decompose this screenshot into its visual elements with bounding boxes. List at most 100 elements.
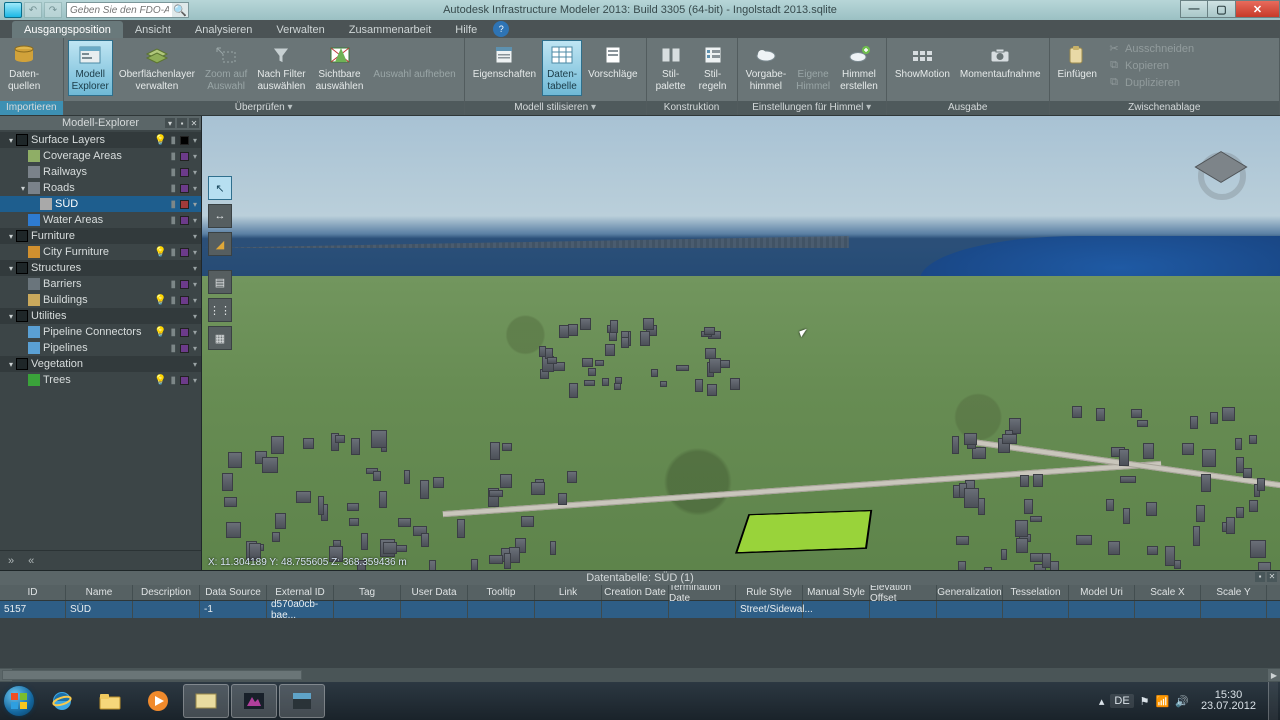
- datenquellen-button[interactable]: Daten- quellen: [4, 40, 44, 96]
- view-cube[interactable]: [1192, 146, 1252, 206]
- explorer-close-icon[interactable]: ✕: [189, 118, 199, 128]
- taskbar-app3[interactable]: [279, 684, 325, 718]
- select-tool[interactable]: ↖: [208, 176, 232, 200]
- explorer-menu-icon[interactable]: ▾: [165, 118, 175, 128]
- duplizieren-item[interactable]: ⧉Duplizieren: [1109, 76, 1194, 89]
- datatable-columns[interactable]: IDNameDescriptionData SourceExternal IDT…: [0, 585, 1280, 601]
- show-desktop-button[interactable]: [1268, 682, 1278, 720]
- col-model-uri[interactable]: Model Uri: [1069, 585, 1135, 600]
- eigene-himmel-button[interactable]: Eigene Himmel: [792, 40, 834, 96]
- taskbar-media[interactable]: [135, 684, 181, 718]
- scroll-thumb[interactable]: [2, 670, 302, 680]
- col-link[interactable]: Link: [535, 585, 602, 600]
- tray-language[interactable]: DE: [1110, 694, 1133, 708]
- col-data-source[interactable]: Data Source: [200, 585, 267, 600]
- collapse-all-icon[interactable]: »: [8, 555, 14, 567]
- showmotion-button[interactable]: ShowMotion: [891, 40, 954, 84]
- col-tesselation[interactable]: Tesselation: [1003, 585, 1069, 600]
- col-tag[interactable]: Tag: [334, 585, 401, 600]
- tree-roads[interactable]: ▾Roads▮▾: [0, 180, 201, 196]
- datatable-hscroll[interactable]: ◀ ▶: [0, 668, 1280, 682]
- col-manual-style[interactable]: Manual Style: [803, 585, 870, 600]
- auswahl-aufheben-button[interactable]: Auswahl aufheben: [369, 40, 459, 84]
- col-generalization[interactable]: Generalization: [937, 585, 1003, 600]
- tree-furniture[interactable]: ▾Furniture▾: [0, 228, 201, 244]
- tray-network-icon[interactable]: 📶: [1156, 695, 1170, 708]
- taskbar-explorer[interactable]: [87, 684, 133, 718]
- datentabelle-button[interactable]: Daten- tabelle: [542, 40, 582, 96]
- eigenschaften-button[interactable]: Eigenschaften: [469, 40, 540, 84]
- oberflaechenlayer-button[interactable]: Oberflächenlayer verwalten: [115, 40, 199, 96]
- vorschlaege-button[interactable]: Vorschläge: [584, 40, 641, 84]
- taskbar-app1[interactable]: [183, 684, 229, 718]
- tab-ausgangsposition[interactable]: Ausgangsposition: [12, 21, 123, 38]
- tree-pipelines[interactable]: Pipelines▮▾: [0, 340, 201, 356]
- explorer-pin-icon[interactable]: ▪: [177, 118, 187, 128]
- tree-trees[interactable]: Trees💡▮▾: [0, 372, 201, 388]
- tray-clock[interactable]: 15:3023.07.2012: [1201, 690, 1256, 712]
- qat-undo[interactable]: ↶: [24, 2, 42, 18]
- taskbar-ie[interactable]: [39, 684, 85, 718]
- vorgabehimmel-button[interactable]: Vorgabe- himmel: [742, 40, 791, 96]
- explorer-tree[interactable]: ▾Surface Layers💡▮▾Coverage Areas▮▾Railwa…: [0, 130, 201, 550]
- col-scale-y[interactable]: Scale Y: [1201, 585, 1267, 600]
- col-termination-date[interactable]: Termination Date: [669, 585, 736, 600]
- tree-water-areas[interactable]: Water Areas▮▾: [0, 212, 201, 228]
- col-description[interactable]: Description: [133, 585, 200, 600]
- tree-coverage-areas[interactable]: Coverage Areas▮▾: [0, 148, 201, 164]
- datatable-close-icon[interactable]: ✕: [1267, 572, 1277, 582]
- tab-analysieren[interactable]: Analysieren: [183, 21, 264, 38]
- tree-pipeline-connectors[interactable]: Pipeline Connectors💡▮▾: [0, 324, 201, 340]
- measure-tool[interactable]: ↔: [208, 204, 232, 228]
- minimize-button[interactable]: —: [1180, 0, 1208, 18]
- tree-city-furniture[interactable]: City Furniture💡▮▾: [0, 244, 201, 260]
- tray-volume-icon[interactable]: 🔊: [1175, 695, 1189, 708]
- col-external-id[interactable]: External ID: [267, 585, 334, 600]
- panel-cap-stilisieren[interactable]: Modell stilisieren: [465, 101, 646, 115]
- taskbar-aim[interactable]: [231, 684, 277, 718]
- scroll-right-icon[interactable]: ▶: [1268, 669, 1280, 681]
- col-rule-style[interactable]: Rule Style: [736, 585, 803, 600]
- tree-surface-layers[interactable]: ▾Surface Layers💡▮▾: [0, 132, 201, 148]
- tree-utilities[interactable]: ▾Utilities▾: [0, 308, 201, 324]
- tree-railways[interactable]: Railways▮▾: [0, 164, 201, 180]
- expand-all-icon[interactable]: «: [28, 555, 34, 567]
- tree-structures[interactable]: ▾Structures▾: [0, 260, 201, 276]
- kopieren-item[interactable]: ⧉Kopieren: [1109, 59, 1194, 72]
- fdo-search-input[interactable]: [67, 3, 172, 17]
- sichtbare-button[interactable]: Sichtbare auswählen: [312, 40, 368, 96]
- nach-filter-button[interactable]: Nach Filter auswählen: [253, 40, 309, 96]
- col-id[interactable]: ID: [0, 585, 66, 600]
- col-user-data[interactable]: User Data: [401, 585, 468, 600]
- momentaufnahme-button[interactable]: Momentaufnahme: [956, 40, 1045, 84]
- start-button[interactable]: [0, 682, 38, 720]
- col-elevation-offset[interactable]: Elevation Offset: [870, 585, 937, 600]
- tab-verwalten[interactable]: Verwalten: [264, 21, 336, 38]
- viewport-3d[interactable]: ↖ ↔ ◢ ▤ ⋮⋮ ▦ X: 11.304189 Y: 48.755605 Z…: [202, 116, 1280, 570]
- himmel-erstellen-button[interactable]: Himmel erstellen: [836, 40, 882, 96]
- help-icon[interactable]: ?: [493, 21, 509, 37]
- tree-vegetation[interactable]: ▾Vegetation▾: [0, 356, 201, 372]
- tab-ansicht[interactable]: Ansicht: [123, 21, 183, 38]
- camera-tool[interactable]: ▦: [208, 326, 232, 350]
- datatable-pin-icon[interactable]: ▪: [1255, 572, 1265, 582]
- grip-tool[interactable]: ⋮⋮: [208, 298, 232, 322]
- qat-redo[interactable]: ↷: [44, 2, 62, 18]
- col-tooltip[interactable]: Tooltip: [468, 585, 535, 600]
- zoom-auswahl-button[interactable]: Zoom auf Auswahl: [201, 40, 251, 96]
- tree-süd[interactable]: SÜD▮▾: [0, 196, 201, 212]
- close-button[interactable]: ✕: [1236, 0, 1280, 18]
- app-icon[interactable]: [4, 2, 22, 18]
- col-scale-x[interactable]: Scale X: [1135, 585, 1201, 600]
- bookmarks-tool[interactable]: ▤: [208, 270, 232, 294]
- panel-cap-ueberpruefen[interactable]: Überprüfen: [64, 101, 464, 115]
- fdo-search[interactable]: 🔍: [66, 2, 189, 18]
- tray-up-icon[interactable]: ▴: [1099, 695, 1105, 708]
- einfuegen-button[interactable]: Einfügen: [1054, 40, 1101, 84]
- search-icon[interactable]: 🔍: [172, 3, 188, 17]
- tray-flag-icon[interactable]: ⚑: [1140, 695, 1150, 708]
- selected-parcel[interactable]: [735, 510, 872, 554]
- tab-zusammenarbeit[interactable]: Zusammenarbeit: [337, 21, 444, 38]
- col-creation-date[interactable]: Creation Date: [602, 585, 669, 600]
- table-row[interactable]: 5157SÜD-1d570a0cb-bae...Street/Sidewal..…: [0, 601, 1280, 618]
